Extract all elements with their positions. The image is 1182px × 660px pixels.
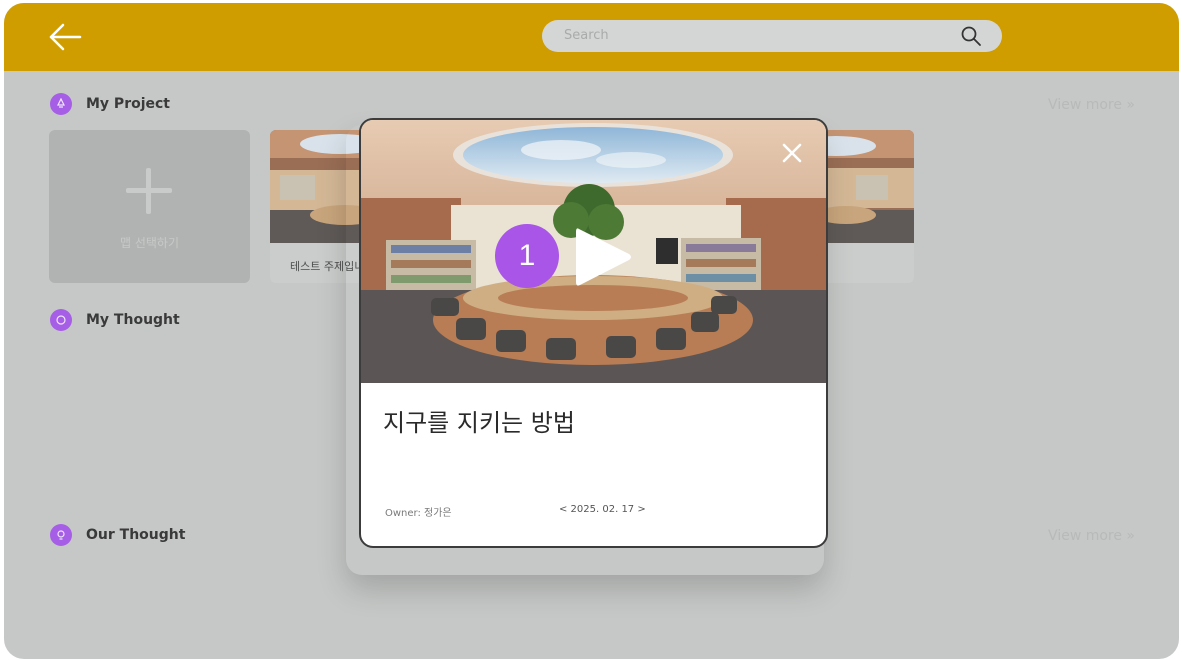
- section-my-thought: My Thought: [50, 309, 180, 331]
- section-title-my-project: My Project: [86, 96, 170, 112]
- search-placeholder: Search: [564, 28, 609, 43]
- search-icon[interactable]: [960, 25, 982, 47]
- modal-title: 지구를 지키는 방법: [383, 409, 575, 437]
- add-map-card[interactable]: 맵 선택하기: [49, 130, 250, 283]
- play-icon[interactable]: [571, 225, 635, 289]
- view-more-my-project[interactable]: View more »: [1048, 97, 1135, 113]
- section-title-my-thought: My Thought: [86, 312, 180, 328]
- owner-label: Owner: 정가은: [385, 508, 452, 519]
- close-icon[interactable]: [779, 140, 805, 166]
- section-title-our-thought: Our Thought: [86, 527, 186, 543]
- section-our-thought: Our Thought: [50, 524, 185, 546]
- add-map-label: 맵 선택하기: [119, 236, 179, 250]
- date-label[interactable]: < 2025. 02. 17 >: [559, 504, 646, 515]
- app-frame: Search My Project View more » 맵 선택하기 테스트…: [4, 3, 1179, 659]
- plus-icon-vertical: [146, 168, 151, 214]
- section-my-project: My Project: [50, 93, 170, 115]
- lightbulb-icon: [50, 524, 72, 546]
- top-bar: Search: [4, 3, 1179, 71]
- project-card-2[interactable]: [816, 130, 914, 283]
- search-bar[interactable]: Search: [542, 20, 1002, 52]
- rocket-icon: [50, 93, 72, 115]
- project-thumbnail-2: [816, 130, 914, 243]
- step-badge: 1: [495, 224, 559, 288]
- arrow-left-icon[interactable]: [48, 23, 82, 51]
- project-preview-modal: 1 지구를 지키는 방법 Owner: 정가은 < 2025. 02. 17 >: [359, 118, 828, 548]
- brain-icon: [50, 309, 72, 331]
- view-more-our-thought[interactable]: View more »: [1048, 528, 1135, 544]
